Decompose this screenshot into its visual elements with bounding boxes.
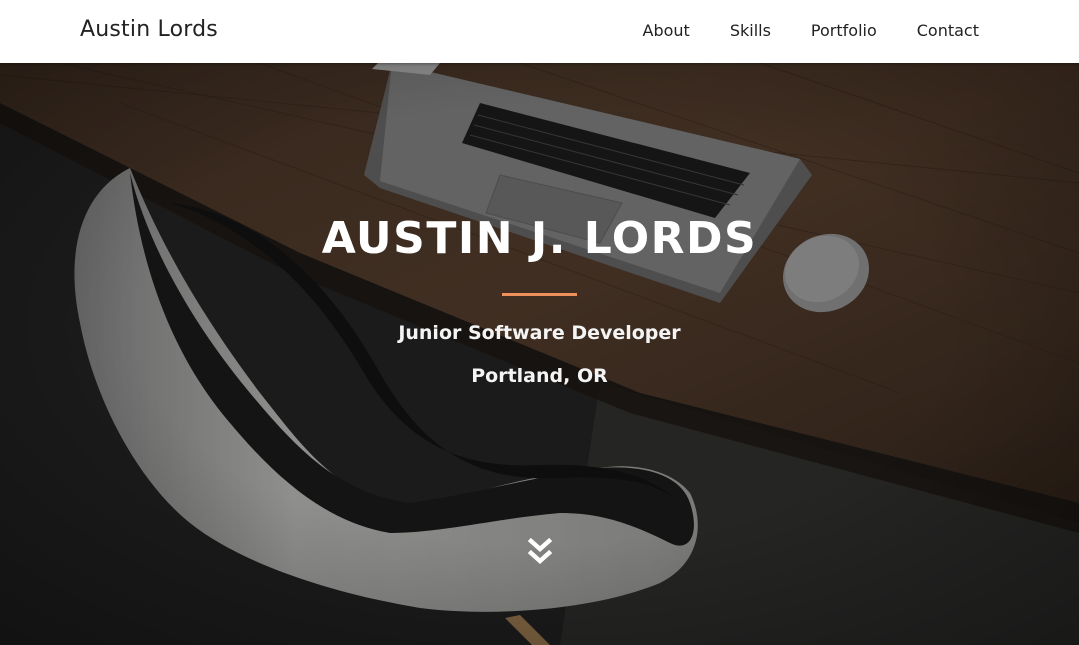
hero-subtitle: Junior Software Developer xyxy=(398,322,681,344)
scroll-down-button[interactable] xyxy=(526,537,554,569)
brand-link[interactable]: Austin Lords xyxy=(80,17,218,42)
hero-title: AUSTIN J. LORDS xyxy=(321,213,758,264)
nav-link-contact[interactable]: Contact xyxy=(917,21,979,40)
double-chevron-down-icon xyxy=(527,537,553,565)
nav-link-about[interactable]: About xyxy=(643,21,690,40)
nav-link-skills[interactable]: Skills xyxy=(730,21,771,40)
nav-links: About Skills Portfolio Contact xyxy=(643,21,979,40)
navbar: Austin Lords About Skills Portfolio Cont… xyxy=(0,0,1079,63)
hero-section: AUSTIN J. LORDS Junior Software Develope… xyxy=(0,63,1079,645)
hero-divider xyxy=(502,293,577,296)
hero-content: AUSTIN J. LORDS Junior Software Develope… xyxy=(0,63,1079,645)
nav-link-portfolio[interactable]: Portfolio xyxy=(811,21,877,40)
hero-location: Portland, OR xyxy=(471,365,608,387)
